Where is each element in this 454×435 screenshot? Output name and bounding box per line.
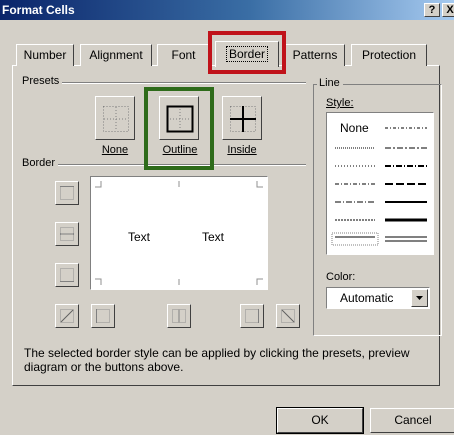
border-inside-horizontal-button[interactable]	[55, 222, 79, 246]
line-group-label: Line	[317, 77, 343, 89]
color-label: Color:	[326, 271, 356, 283]
preset-none-label: None	[101, 144, 129, 156]
tab-label: Number	[23, 48, 67, 62]
border-diagonal-down-button[interactable]	[276, 304, 300, 328]
chevron-down-icon[interactable]	[411, 289, 428, 307]
tab-label: Font	[171, 48, 196, 62]
border-top-button[interactable]	[55, 181, 79, 205]
diagonal-up-icon	[60, 309, 74, 323]
border-inside-vertical-icon	[172, 309, 186, 323]
tab-alignment[interactable]: Alignment	[80, 44, 152, 66]
presets-divider	[24, 82, 306, 84]
style-label: Style:	[326, 97, 354, 109]
preset-inside-icon	[230, 106, 256, 132]
border-right-icon	[245, 309, 259, 323]
presets-group-label: Presets	[22, 75, 63, 87]
preview-text-right: Text	[202, 230, 225, 244]
tab-number[interactable]: Number	[16, 44, 74, 66]
diagonal-down-icon	[281, 309, 295, 323]
description-text: The selected border style can be applied…	[24, 346, 410, 374]
color-select-value: Automatic	[340, 291, 394, 305]
border-inside-horizontal-icon	[60, 227, 74, 241]
tab-protection[interactable]: Protection	[351, 44, 427, 66]
border-diagonal-up-button[interactable]	[55, 304, 79, 328]
tab-label: Patterns	[292, 48, 338, 62]
title-bar: Format Cells ? X	[0, 0, 454, 20]
border-bottom-button[interactable]	[55, 263, 79, 287]
ok-button[interactable]: OK	[276, 407, 364, 434]
tab-patterns[interactable]: Patterns	[285, 44, 345, 66]
tab-label: Protection	[361, 48, 417, 62]
tab-label: Alignment	[89, 48, 143, 62]
border-left-button[interactable]	[91, 304, 115, 328]
line-style-list[interactable]: None	[326, 112, 434, 255]
help-button[interactable]: ?	[424, 3, 440, 17]
preview-text-left: Text	[128, 230, 151, 244]
border-right-button[interactable]	[240, 304, 264, 328]
border-top-icon	[60, 186, 74, 200]
dialog-title: Format Cells	[2, 3, 75, 17]
preview-corner-marks	[95, 181, 263, 285]
tab-font[interactable]: Font	[157, 44, 210, 66]
preset-inside-label: Inside	[227, 144, 257, 156]
color-select[interactable]: Automatic	[326, 287, 430, 309]
border-inside-vertical-button[interactable]	[167, 304, 191, 328]
border-tab-highlight	[208, 31, 286, 74]
cancel-button[interactable]: Cancel	[370, 408, 454, 433]
preset-none-icon	[103, 106, 129, 132]
border-group-label: Border	[22, 157, 59, 169]
close-button[interactable]: X	[442, 3, 454, 17]
border-bottom-icon	[60, 268, 74, 282]
preset-inside-button[interactable]	[222, 96, 262, 140]
preset-none-button[interactable]	[95, 96, 135, 140]
border-preview[interactable]: Text Text	[90, 176, 268, 290]
outline-preset-highlight	[144, 87, 214, 170]
border-left-icon	[96, 309, 110, 323]
line-style-samples	[331, 127, 427, 246]
